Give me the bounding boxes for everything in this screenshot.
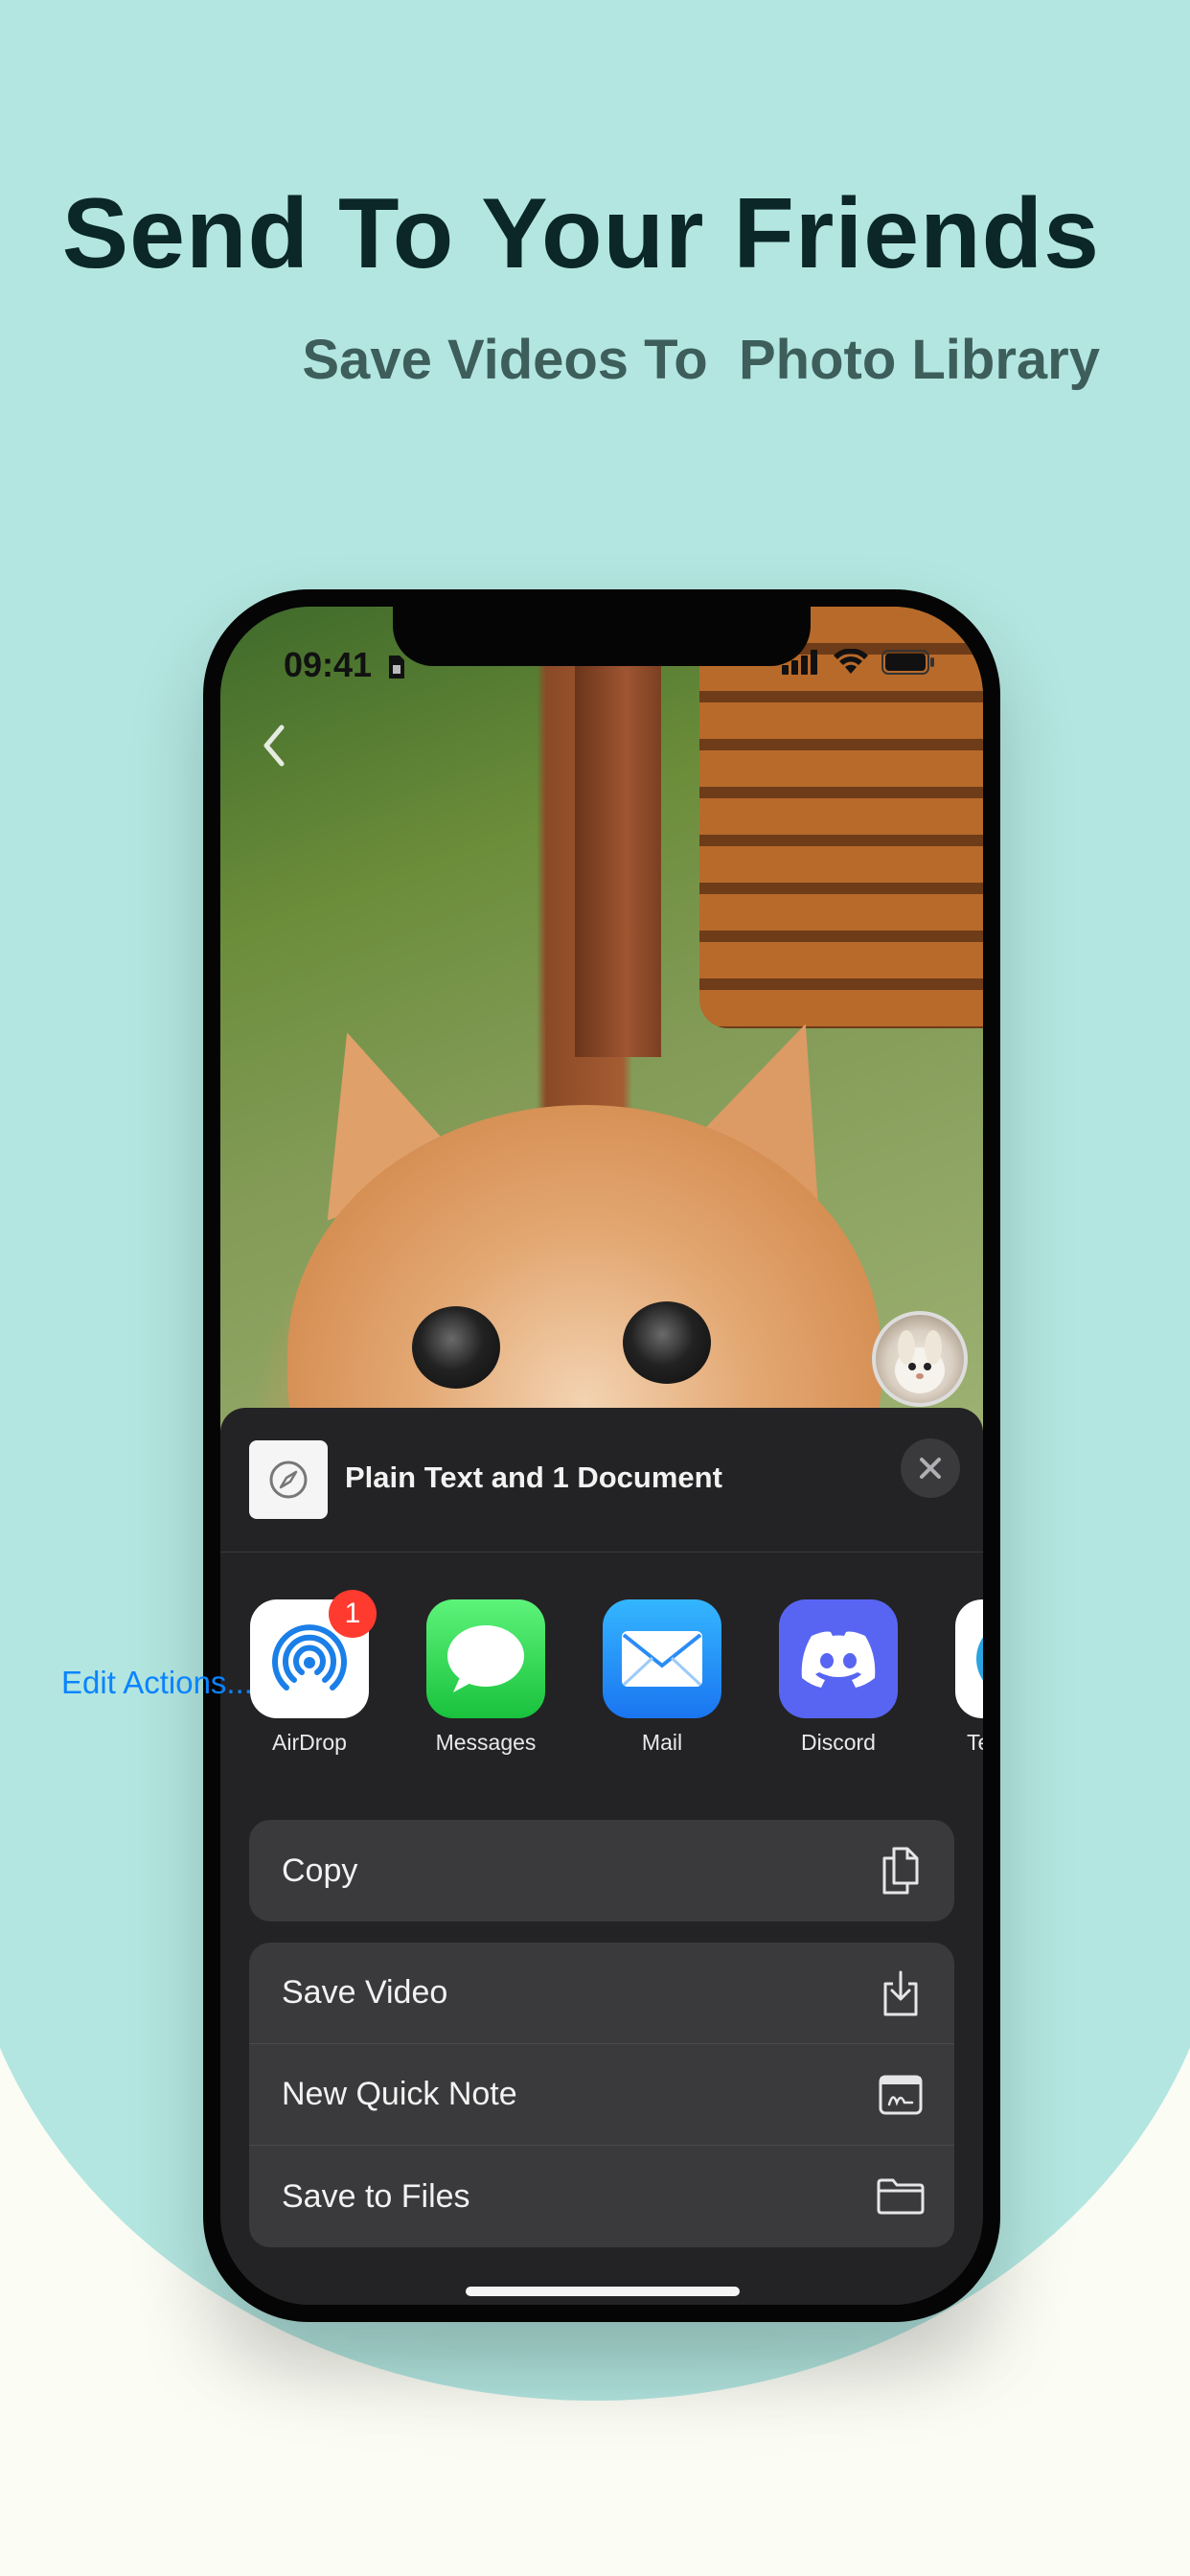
app-discord[interactable]: Discord [779, 1599, 898, 1756]
wifi-icon [834, 649, 868, 674]
phone-screen: 09:41 Plain Text and 1 Document 1 AirDro… [220, 607, 983, 2305]
edit-actions-link[interactable]: Edit Actions... [61, 1665, 253, 1701]
status-time-text: 09:41 [284, 645, 373, 684]
action-label: Save Video [282, 1974, 448, 2011]
action-group-copy: Copy [249, 1820, 954, 1921]
close-icon [920, 1458, 941, 1479]
app-mail[interactable]: Mail [603, 1599, 721, 1756]
status-time: 09:41 [284, 645, 406, 685]
app-label: Mail [641, 1730, 683, 1755]
subline: Save Videos To Photo Library [302, 329, 1100, 391]
save-to-files-action[interactable]: Save to Files [249, 2146, 954, 2247]
action-label: Save to Files [282, 2177, 470, 2215]
kitten-eye-left [412, 1306, 500, 1389]
share-sheet-header: Plain Text and 1 Document [220, 1408, 983, 1552]
copy-icon [876, 1846, 926, 1896]
app-messages[interactable]: Messages [426, 1599, 545, 1756]
mail-icon [603, 1599, 721, 1718]
headline: Send To Your Friends [61, 178, 1100, 289]
document-thumbnail [249, 1440, 328, 1519]
download-icon [876, 1968, 926, 2018]
app-label: Te [967, 1730, 983, 1755]
kitten-eye-right [623, 1301, 711, 1384]
notification-badge: 1 [329, 1590, 377, 1638]
home-indicator[interactable] [466, 2287, 740, 2296]
cellular-signal-icon [782, 650, 817, 675]
status-icons [782, 649, 935, 676]
battery-icon [881, 650, 934, 675]
airdrop-icon: 1 [250, 1590, 377, 1718]
share-sheet-title: Plain Text and 1 Document [345, 1460, 722, 1494]
messages-icon [426, 1599, 545, 1718]
video-preview [220, 607, 983, 1603]
app-label: AirDrop [272, 1730, 347, 1755]
save-video-action[interactable]: Save Video [249, 1943, 954, 2044]
action-group-save: Save Video New Quick Note Save to Files [249, 1943, 954, 2247]
discord-icon [779, 1599, 898, 1718]
action-label: Copy [282, 1852, 358, 1889]
compass-icon [269, 1460, 308, 1499]
app-label: Discord [801, 1730, 876, 1755]
share-apps-row: 1 AirDrop Messages Mail Discord T [220, 1590, 983, 1772]
quick-note-icon [876, 2070, 926, 2120]
folder-icon [876, 2172, 926, 2221]
notch [393, 607, 811, 666]
action-label: New Quick Note [282, 2076, 517, 2112]
app-airdrop[interactable]: 1 AirDrop [250, 1590, 377, 1756]
copy-action[interactable]: Copy [249, 1820, 954, 1921]
phone-frame: 09:41 Plain Text and 1 Document 1 AirDro… [203, 589, 1000, 2322]
sim-card-icon [389, 656, 405, 678]
app-label: Messages [435, 1730, 537, 1755]
new-quick-note-action[interactable]: New Quick Note [249, 2044, 954, 2146]
app-telegram-partial[interactable]: Te [955, 1599, 983, 1756]
share-sheet: Plain Text and 1 Document 1 AirDrop Mess… [220, 1408, 983, 2305]
back-chevron-icon[interactable] [259, 722, 297, 779]
close-button[interactable] [901, 1438, 960, 1498]
avatar[interactable] [872, 1311, 968, 1407]
telegram-icon [955, 1599, 983, 1718]
wooden-post [575, 655, 661, 1057]
